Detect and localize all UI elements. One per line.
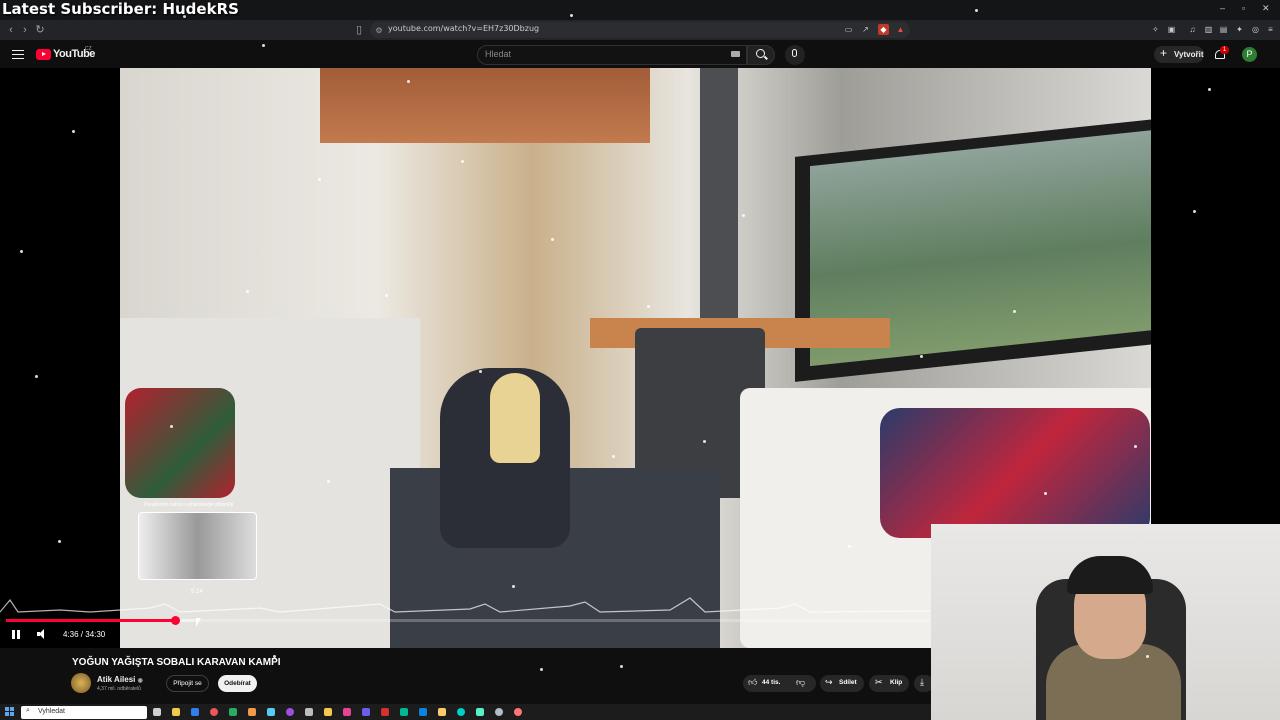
app-icon-17[interactable] <box>457 708 465 716</box>
scissors-icon[interactable]: ✂ <box>875 677 883 688</box>
app-icon-7[interactable] <box>267 708 275 716</box>
taskbar-search-placeholder: Vyhledat <box>38 708 65 715</box>
search-placeholder: Hledat <box>485 49 512 59</box>
video-title: YOĞUN YAĞIŞTA SOBALI KARAVAN KAMPI <box>72 657 281 668</box>
share-label[interactable]: Sdílet <box>839 679 857 686</box>
share-icon[interactable]: ↪ <box>825 677 833 688</box>
alert-extension-icon[interactable]: ▲ <box>895 24 906 35</box>
sidebar-icon[interactable]: ▥ <box>1203 24 1214 35</box>
settings-extension-icon[interactable]: ✦ <box>1234 24 1245 35</box>
site-info-icon[interactable]: ⚙ <box>372 24 386 38</box>
like-count[interactable]: 44 tis. <box>762 679 780 686</box>
app-icon-15[interactable] <box>419 708 427 716</box>
vpn-icon[interactable]: ◎ <box>1250 24 1261 35</box>
time-display: 4:36 / 34:30 <box>63 630 106 639</box>
channel-name[interactable]: Atik Ailesi ◉ <box>97 675 143 684</box>
youtube-logo-icon[interactable] <box>36 49 51 60</box>
video-scene-pillow <box>880 408 1150 538</box>
video-scene-person-hair <box>490 373 540 463</box>
opera-icon[interactable] <box>381 708 389 716</box>
search-input[interactable] <box>477 45 747 65</box>
subscriber-count: 4,37 mil. odběratelů <box>97 686 141 692</box>
keyboard-icon[interactable] <box>731 51 740 57</box>
task-view-icon[interactable] <box>153 708 161 716</box>
create-label: Vytvořit <box>1174 50 1204 59</box>
microphone-icon[interactable] <box>792 49 797 57</box>
maximize-icon[interactable]: ▫ <box>1242 3 1245 13</box>
stream-overlay-latest-subscriber: Latest Subscriber: HudekRS <box>2 0 239 18</box>
menu-icon[interactable]: ≡ <box>1265 24 1276 35</box>
taskbar-search-icon: ⌕ <box>26 707 30 714</box>
share-page-icon[interactable]: ↗ <box>860 24 871 35</box>
webcam-person-cap <box>1067 556 1153 594</box>
progress-scrubber-handle[interactable] <box>171 616 181 625</box>
channel-name-text[interactable]: Atik Ailesi <box>97 675 135 684</box>
back-icon[interactable]: ‹ <box>4 23 18 37</box>
mouse-cursor-icon <box>196 618 201 627</box>
hamburger-menu-icon[interactable] <box>12 47 24 61</box>
app-icon-16[interactable] <box>438 708 446 716</box>
subscribe-button[interactable]: Odebírat <box>218 675 257 692</box>
avatar[interactable]: P <box>1242 47 1257 62</box>
start-icon[interactable] <box>5 707 15 717</box>
thumbs-up-icon[interactable]: 👍︎ <box>748 677 757 688</box>
download-icon[interactable]: ⤓ <box>920 677 924 688</box>
video-scene-left-pillow <box>125 388 235 498</box>
close-icon[interactable]: ✕ <box>1262 3 1270 14</box>
verified-icon: ◉ <box>137 678 143 684</box>
app-icon-20[interactable] <box>514 708 522 716</box>
plus-icon: + <box>1160 46 1168 60</box>
wallet-icon[interactable]: ▣ <box>1166 24 1177 35</box>
volume-icon[interactable] <box>37 629 47 639</box>
webcam-overlay <box>931 524 1280 720</box>
app-icon-8[interactable] <box>286 708 294 716</box>
search-icon[interactable] <box>756 49 765 58</box>
progress-played <box>6 619 176 622</box>
audio-visualizer-wave <box>0 597 930 613</box>
reload-icon[interactable]: ↻ <box>33 23 47 37</box>
app-icon-5[interactable] <box>229 708 237 716</box>
app-icon-14[interactable] <box>400 708 408 716</box>
app-icon-19[interactable] <box>495 708 503 716</box>
minimize-icon[interactable]: – <box>1220 3 1225 13</box>
shield-extension-icon[interactable]: ◆ <box>878 24 889 35</box>
forward-icon[interactable]: › <box>18 23 32 37</box>
store-icon[interactable] <box>191 708 199 716</box>
app-icon-11[interactable] <box>343 708 351 716</box>
chrome-icon[interactable] <box>210 708 218 716</box>
screen-icon[interactable]: ▭ <box>843 24 854 35</box>
video-scene-ceiling <box>320 68 650 143</box>
app-icon-9[interactable] <box>305 708 313 716</box>
file-explorer-icon[interactable] <box>172 708 180 716</box>
tabs-icon[interactable]: ▤ <box>1218 24 1229 35</box>
pause-icon[interactable] <box>12 630 20 639</box>
app-icon-6[interactable] <box>248 708 256 716</box>
country-code: CZ <box>85 46 92 52</box>
notification-badge: 1 <box>1220 46 1229 54</box>
seek-preview-hint: Potažením nahoru vyhledávejte přesněji <box>144 502 233 508</box>
url-text: youtube.com/watch?v=EH7z30Dbzug <box>388 24 540 33</box>
video-scene-chimney <box>700 68 738 338</box>
thumbs-down-icon[interactable]: 👎︎ <box>796 677 805 688</box>
app-icon-12[interactable] <box>362 708 370 716</box>
app-icon-18[interactable] <box>476 708 484 716</box>
music-icon[interactable]: ♫ <box>1187 24 1198 35</box>
app-icon-10[interactable] <box>324 708 332 716</box>
seek-preview-thumbnail <box>138 512 257 580</box>
bookmark-icon[interactable]: ▯ <box>352 23 366 37</box>
clip-label[interactable]: Klip <box>890 679 902 686</box>
join-button[interactable]: Připojit se <box>166 675 209 692</box>
extensions-icon[interactable]: ✧ <box>1150 24 1161 35</box>
channel-avatar[interactable] <box>71 673 91 693</box>
